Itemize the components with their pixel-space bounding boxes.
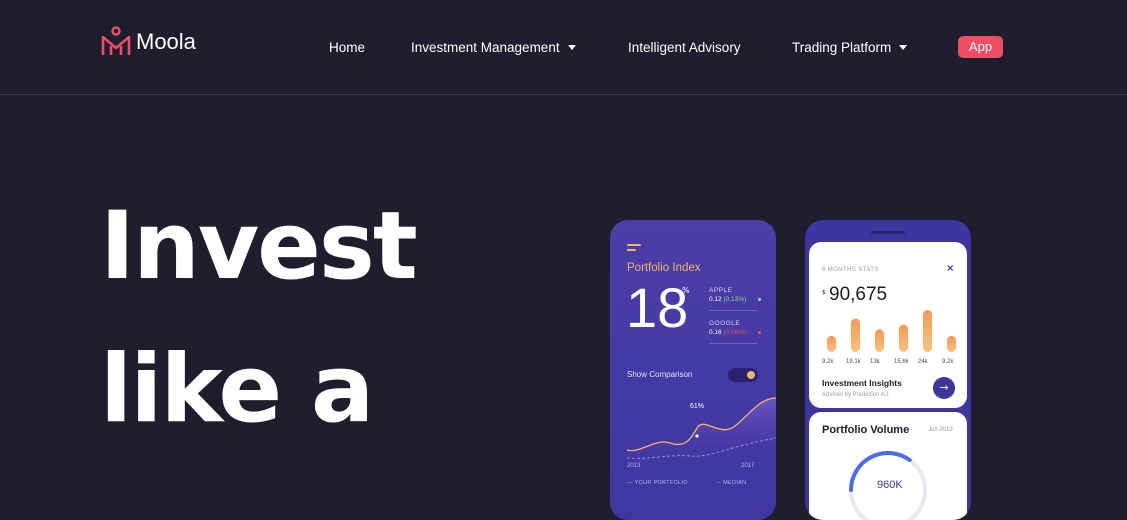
chevron-down-icon (899, 44, 908, 50)
nav-item-investment-management[interactable]: Investment Management (411, 40, 576, 55)
arrow-right-icon[interactable]: → (933, 377, 955, 399)
stats-bar (851, 318, 860, 352)
menu-icon (627, 244, 641, 254)
stats-bar (827, 335, 836, 352)
stock-apple: APPLE 0.12 (0.13%) (709, 287, 761, 303)
percent-symbol: % (682, 286, 690, 295)
stock-change: (0.13%) (723, 296, 747, 303)
investment-insights-subtitle: Advices by Prediction A.I. (822, 392, 890, 398)
legend-portfolio: — YOUR PORTFOLIO (627, 480, 688, 486)
legend-median-label: MEDIAN (723, 480, 747, 486)
stock-name: GOOGLE (709, 320, 741, 327)
hero-heading-line-2: like a (100, 335, 374, 444)
stock-google: GOOGLE 0.16 (0.06%) (709, 320, 761, 336)
stock-change: (0.06%) (723, 329, 747, 336)
stats-card: 6 MONTHS STATS × $ 90,675 9.2k 19.1k 13k 15… (809, 242, 967, 408)
stats-bar-label: 15.6k (894, 359, 909, 365)
nav-item-label: Home (329, 40, 366, 55)
portfolio-index-value: 18 (626, 276, 689, 339)
chart-year-end: 2017 (741, 463, 755, 469)
portfolio-line-chart (626, 397, 776, 468)
stock-value: 0.12 (709, 296, 722, 303)
toggle-knob (747, 371, 755, 379)
hero-heading-line-1: Invest (100, 192, 418, 301)
nav-item-home[interactable]: Home (329, 40, 365, 55)
stats-bar-label: 19.1k (846, 359, 861, 365)
phone-mockup-portfolio-index: Portfolio Index 18 % APPLE 0.12 (0.13%) … (610, 220, 776, 520)
nav-item-trading-platform[interactable]: Trading Platform (792, 40, 908, 55)
stats-bar (899, 324, 908, 352)
show-comparison-label: Show Comparison (627, 370, 693, 379)
chevron-down-icon (567, 44, 576, 50)
trend-up-icon (758, 298, 761, 301)
phone-notch (871, 231, 905, 234)
nav-item-label: Investment Management (411, 40, 560, 55)
stats-bar (875, 329, 884, 352)
nav-item-intelligent-advisory[interactable]: Intelligent Advisory (628, 40, 741, 55)
divider (709, 310, 757, 311)
legend-portfolio-label: YOUR PORTFOLIO (634, 480, 688, 486)
portfolio-volume-value: 960K (877, 479, 903, 491)
stats-bar-label: 24k (918, 359, 928, 365)
portfolio-index-title: Portfolio Index (627, 262, 701, 274)
investment-insights-title: Investment Insights (822, 378, 902, 388)
nav-item-label: Trading Platform (792, 40, 892, 55)
stats-bar-label: 9.2k (822, 359, 834, 365)
portfolio-volume-card: Portfolio Volume Jun 2019 960K (809, 412, 967, 520)
legend-median: -- MEDIAN (717, 480, 747, 486)
stats-bar-label: 13k (870, 359, 880, 365)
chart-peak-label: 61% (690, 403, 705, 410)
trend-down-icon (758, 331, 761, 334)
stock-name: APPLE (709, 287, 733, 294)
show-comparison-toggle[interactable] (728, 368, 758, 382)
chart-peak-point (695, 434, 699, 438)
stats-bar-label: 9.2k (942, 359, 954, 365)
divider (709, 343, 757, 344)
chart-year-start: 2013 (627, 463, 641, 469)
nav-item-label: Intelligent Advisory (628, 40, 741, 55)
app-button[interactable]: App (958, 36, 1003, 58)
top-navigation-bar: Moola Home Investment Management Intelli… (0, 0, 1127, 95)
stats-bar (923, 310, 932, 352)
phone-mockup-stats: 6 MONTHS STATS × $ 90,675 9.2k 19.1k 13k 15… (805, 220, 971, 520)
portfolio-volume-gauge (849, 451, 927, 520)
stats-bar (947, 335, 956, 352)
stock-value: 0.16 (709, 329, 722, 336)
